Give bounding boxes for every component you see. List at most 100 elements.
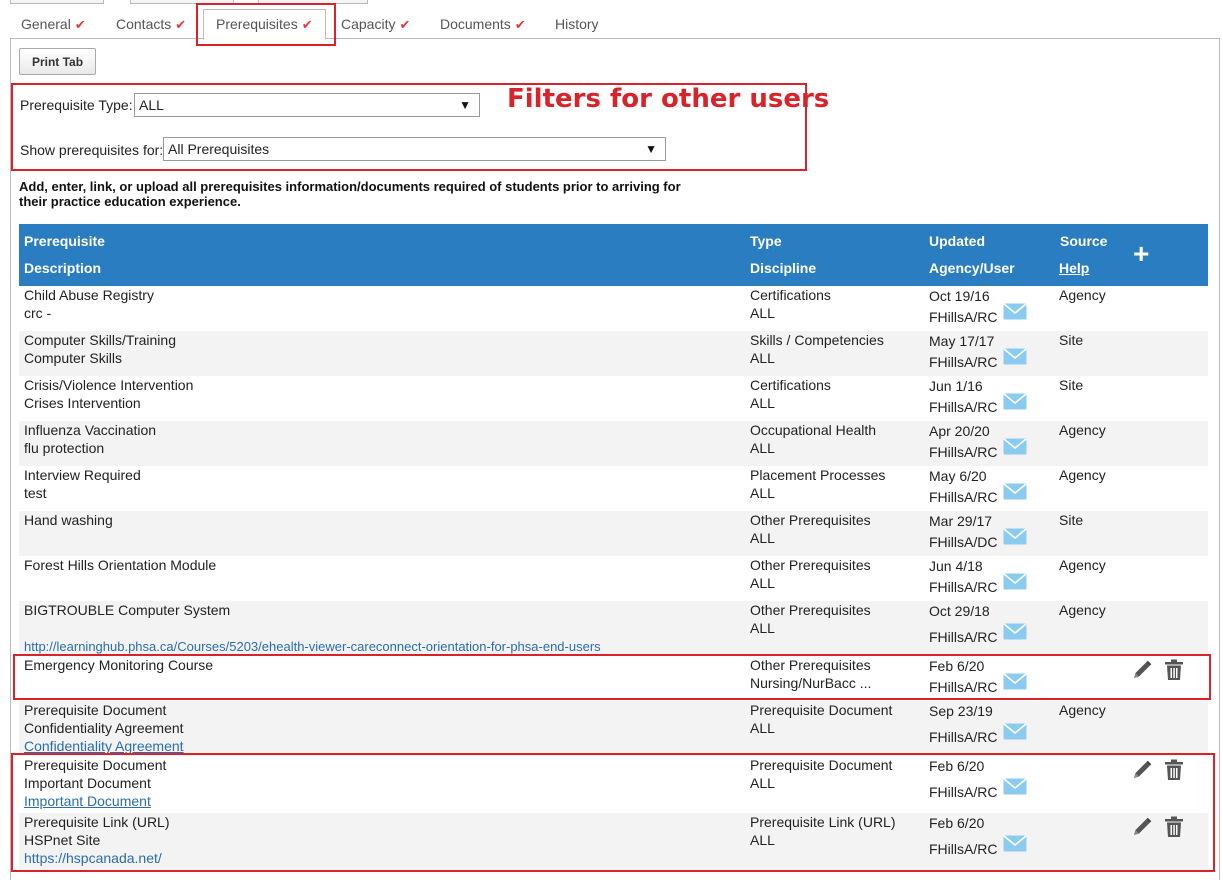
- help-link[interactable]: Help: [1059, 260, 1089, 276]
- tab-label: Documents: [440, 16, 511, 32]
- tab-history[interactable]: History: [555, 10, 599, 38]
- agency-user: FHillsA/RC: [929, 393, 1027, 416]
- prerequisite-type: Placement Processes: [750, 467, 886, 483]
- tab-label: History: [555, 16, 599, 32]
- header-prerequisite: Prerequisite: [24, 233, 105, 249]
- dropdown-arrow-icon: ▼: [459, 98, 471, 112]
- table-row: Computer Skills/Training Computer Skills S…: [19, 331, 1208, 376]
- agency-user: FHillsA/RC: [929, 573, 1027, 596]
- prerequisite-discipline: ALL: [750, 305, 775, 321]
- mail-icon[interactable]: [1003, 348, 1027, 369]
- prerequisite-name: BIGTROUBLE Computer System: [24, 602, 231, 618]
- prerequisite-type-label: Prerequisite Type:: [20, 97, 133, 113]
- agency-user-label: FHillsA/RC: [929, 629, 998, 645]
- mail-icon[interactable]: [1003, 483, 1027, 504]
- highlight-box: [13, 654, 1211, 700]
- prerequisite-description: Crises Intervention: [24, 395, 141, 411]
- table-header: Prerequisite Description Type Discipline…: [19, 224, 1208, 286]
- check-icon: ✔: [175, 17, 187, 32]
- tab-label: Capacity: [341, 16, 396, 32]
- agency-user: FHillsA/RC: [929, 483, 1027, 506]
- updated-date: Sep 23/19: [929, 703, 993, 719]
- agency-user: FHillsA/DC: [929, 528, 1027, 551]
- prerequisite-type: Certifications: [750, 287, 831, 303]
- agency-user-label: FHillsA/RC: [929, 354, 998, 370]
- prerequisite-description: Computer Skills: [24, 350, 123, 366]
- table-row: Forest Hills Orientation Module Other Pre…: [19, 556, 1208, 601]
- updated-date: Oct 29/18: [929, 603, 990, 619]
- source-label: Agency: [1059, 702, 1106, 718]
- prerequisite-discipline: ALL: [750, 440, 775, 456]
- tab-contacts[interactable]: Contacts ✔: [116, 10, 186, 38]
- check-icon: ✔: [514, 17, 526, 32]
- prerequisite-description: crc -: [24, 305, 52, 321]
- source-label: Agency: [1059, 557, 1106, 573]
- mail-icon[interactable]: [1003, 303, 1027, 324]
- table-row: Prerequisite Document Confidentiality Agr…: [19, 701, 1208, 756]
- prerequisite-type: Certifications: [750, 377, 831, 393]
- intro-text: Add, enter, link, or upload all prerequi…: [19, 179, 681, 209]
- prerequisite-description: flu protection: [24, 440, 105, 456]
- show-prerequisites-select[interactable]: All Prerequisites ▼: [163, 137, 666, 161]
- mail-icon[interactable]: [1003, 623, 1027, 644]
- updated-date: Apr 20/20: [929, 423, 990, 439]
- select-value: All Prerequisites: [168, 141, 270, 157]
- table-row: Influenza Vaccination flu protection Occup…: [19, 421, 1208, 466]
- source-label: Agency: [1059, 602, 1106, 618]
- mail-icon[interactable]: [1003, 528, 1027, 549]
- updated-date: Oct 19/16: [929, 288, 990, 304]
- tab-label: General: [21, 16, 71, 32]
- select-value: ALL: [139, 97, 164, 113]
- agency-user: FHillsA/RC: [929, 438, 1027, 461]
- prerequisite-discipline: ALL: [750, 575, 775, 591]
- tab-capacity[interactable]: Capacity ✔: [341, 10, 410, 38]
- source-label: Agency: [1059, 467, 1106, 483]
- header-agency-user: Agency/User: [929, 260, 1015, 276]
- table-row: Interview Required test Placement Processe…: [19, 466, 1208, 511]
- header-updated: Updated: [929, 233, 985, 249]
- agency-user: FHillsA/RC: [929, 723, 1027, 746]
- prerequisite-discipline: ALL: [750, 720, 775, 736]
- prerequisite-type: Other Prerequisites: [750, 512, 871, 528]
- table-row: BIGTROUBLE Computer System http://learnin…: [19, 601, 1208, 656]
- agency-user-label: FHillsA/DC: [929, 534, 998, 550]
- prerequisite-type: Prerequisite Document: [750, 702, 893, 718]
- updated-date: Mar 29/17: [929, 513, 993, 529]
- prerequisite-type: Other Prerequisites: [750, 557, 871, 573]
- table-row: Hand washing Other Prerequisites ALL Mar 29…: [19, 511, 1208, 556]
- updated-date: Jun 4/18: [929, 558, 983, 574]
- highlight-box: [11, 753, 1215, 872]
- agency-user-label: FHillsA/RC: [929, 399, 998, 415]
- header-description: Description: [24, 260, 102, 276]
- tab-general[interactable]: General ✔: [21, 10, 86, 38]
- prerequisite-name: Forest Hills Orientation Module: [24, 557, 217, 573]
- prerequisite-type-select[interactable]: ALL ▼: [134, 93, 480, 117]
- print-tab-button[interactable]: Print Tab: [19, 48, 96, 75]
- dropdown-arrow-icon: ▼: [645, 142, 657, 156]
- header-discipline: Discipline: [750, 260, 817, 276]
- annotation-text: Filters for other users: [507, 84, 830, 114]
- cut-off-element: [10, 0, 104, 4]
- mail-icon[interactable]: [1003, 573, 1027, 594]
- agency-user-label: FHillsA/RC: [929, 729, 998, 745]
- table-row: Child Abuse Registry crc - Certifications A…: [19, 286, 1208, 331]
- tab-label: Contacts: [116, 16, 172, 32]
- updated-date: May 6/20: [929, 468, 987, 484]
- updated-date: Jun 1/16: [929, 378, 983, 394]
- agency-user: FHillsA/RC: [929, 623, 1027, 646]
- prerequisite-name: Influenza Vaccination: [24, 422, 157, 438]
- mail-icon[interactable]: [1003, 393, 1027, 414]
- mail-icon[interactable]: [1003, 438, 1027, 459]
- add-prerequisite-plus-icon[interactable]: +: [1133, 238, 1149, 270]
- header-source: Source: [1060, 233, 1108, 249]
- prerequisite-name: Hand washing: [24, 512, 113, 528]
- tab-documents[interactable]: Documents ✔: [440, 10, 526, 38]
- prerequisite-name: Prerequisite Document: [24, 702, 167, 718]
- updated-date: May 17/17: [929, 333, 995, 349]
- prerequisite-discipline: ALL: [750, 485, 775, 501]
- source-label: Site: [1059, 332, 1084, 348]
- prerequisite-type: Other Prerequisites: [750, 602, 871, 618]
- mail-icon[interactable]: [1003, 723, 1027, 744]
- highlight-box: [196, 3, 336, 46]
- prerequisite-description: Confidentiality Agreement: [24, 720, 184, 736]
